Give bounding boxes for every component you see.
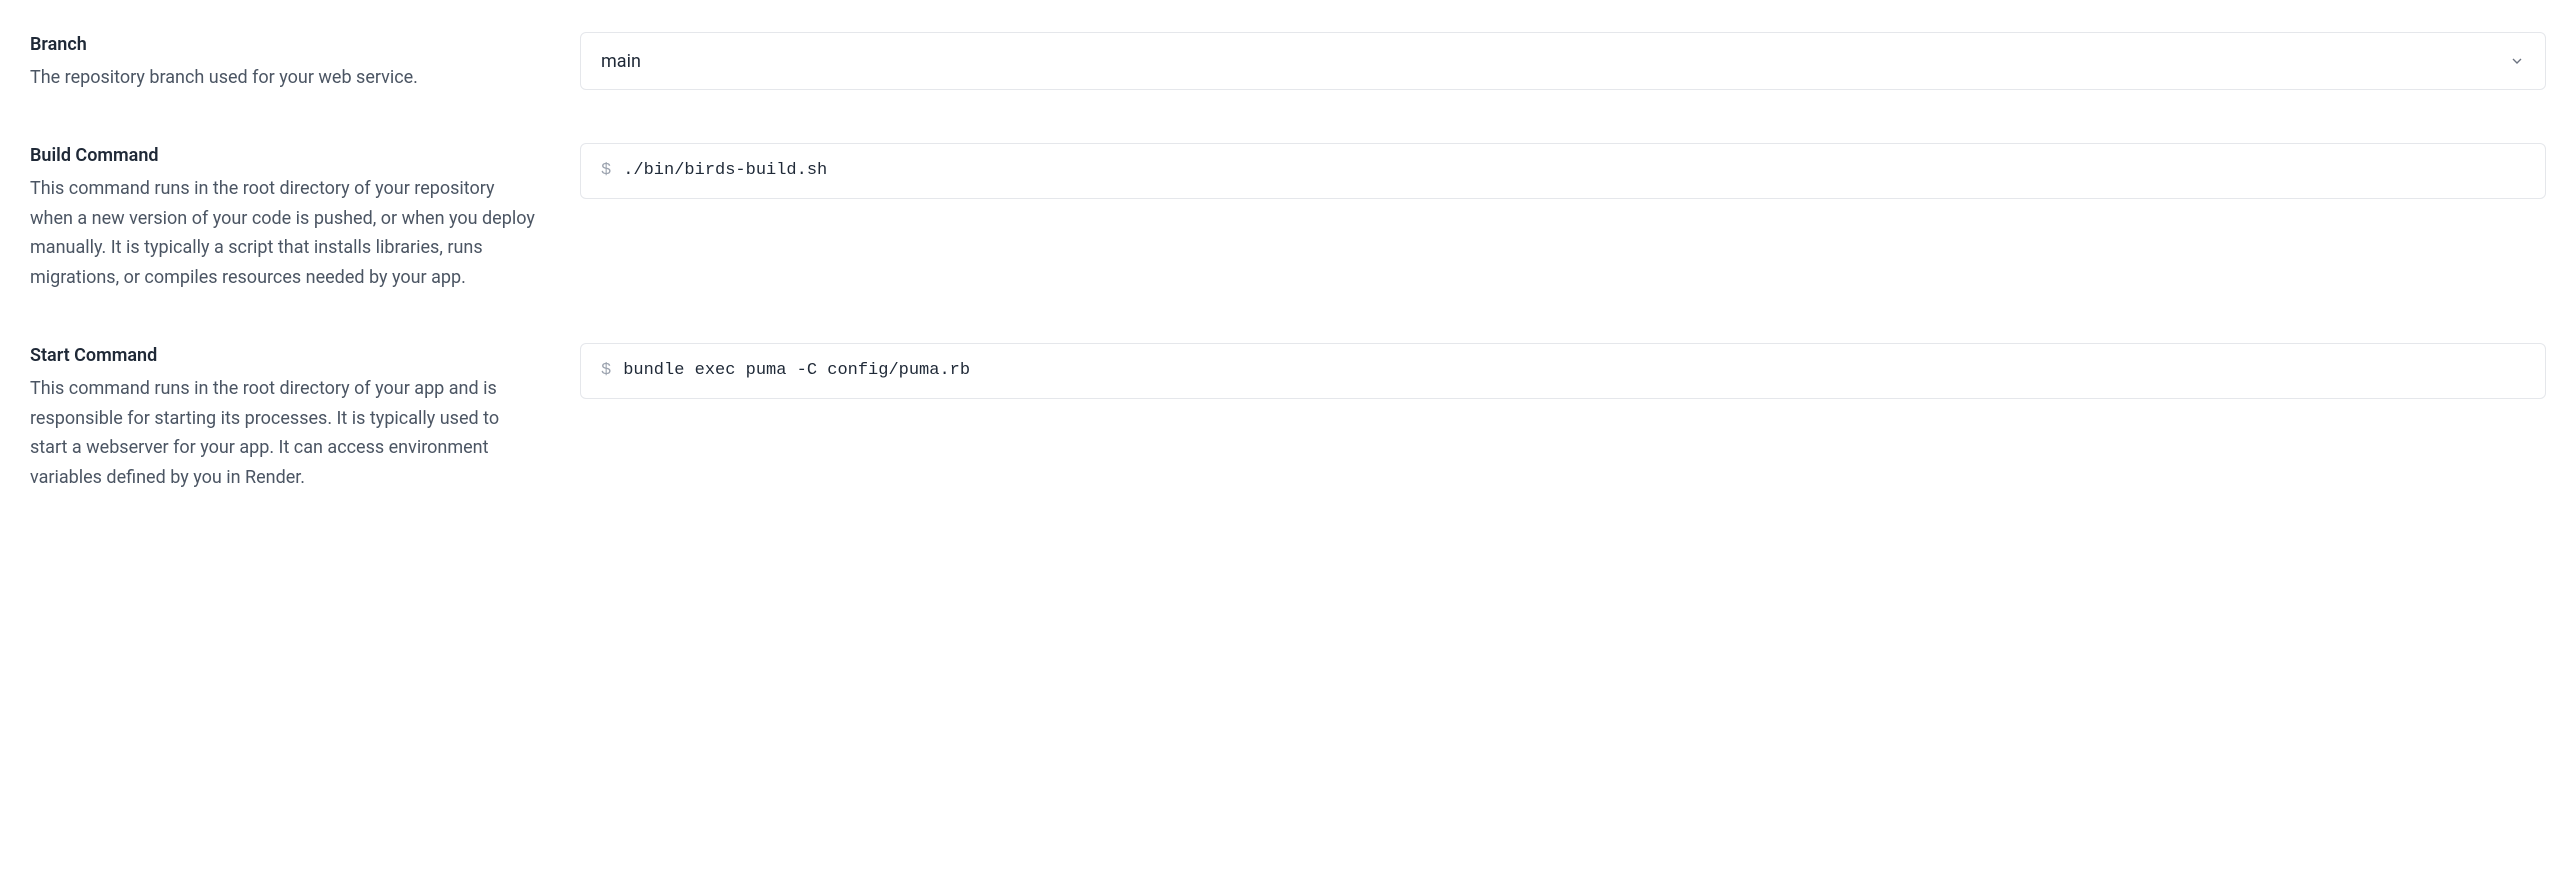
start-command-control: $	[580, 343, 2546, 399]
build-command-row: Build Command This command runs in the r…	[30, 143, 2546, 293]
build-command-prefix: $	[601, 161, 611, 180]
start-command-label-block: Start Command This command runs in the r…	[30, 343, 540, 493]
start-command-input[interactable]	[623, 361, 2525, 380]
chevron-down-icon	[2509, 53, 2525, 69]
build-command-input-wrapper[interactable]: $	[580, 143, 2546, 199]
build-command-description: This command runs in the root directory …	[30, 174, 540, 293]
build-command-control: $	[580, 143, 2546, 199]
branch-label-block: Branch The repository branch used for yo…	[30, 32, 540, 93]
start-command-row: Start Command This command runs in the r…	[30, 343, 2546, 493]
branch-select-value: main	[601, 51, 2509, 72]
branch-title: Branch	[30, 32, 540, 57]
build-command-title: Build Command	[30, 143, 540, 168]
branch-description: The repository branch used for your web …	[30, 63, 540, 93]
start-command-description: This command runs in the root directory …	[30, 374, 540, 493]
branch-select[interactable]: main	[580, 32, 2546, 90]
start-command-input-wrapper[interactable]: $	[580, 343, 2546, 399]
branch-control: main	[580, 32, 2546, 90]
build-command-label-block: Build Command This command runs in the r…	[30, 143, 540, 293]
build-command-input[interactable]	[623, 161, 2525, 180]
start-command-title: Start Command	[30, 343, 540, 368]
start-command-prefix: $	[601, 361, 611, 380]
branch-row: Branch The repository branch used for yo…	[30, 32, 2546, 93]
